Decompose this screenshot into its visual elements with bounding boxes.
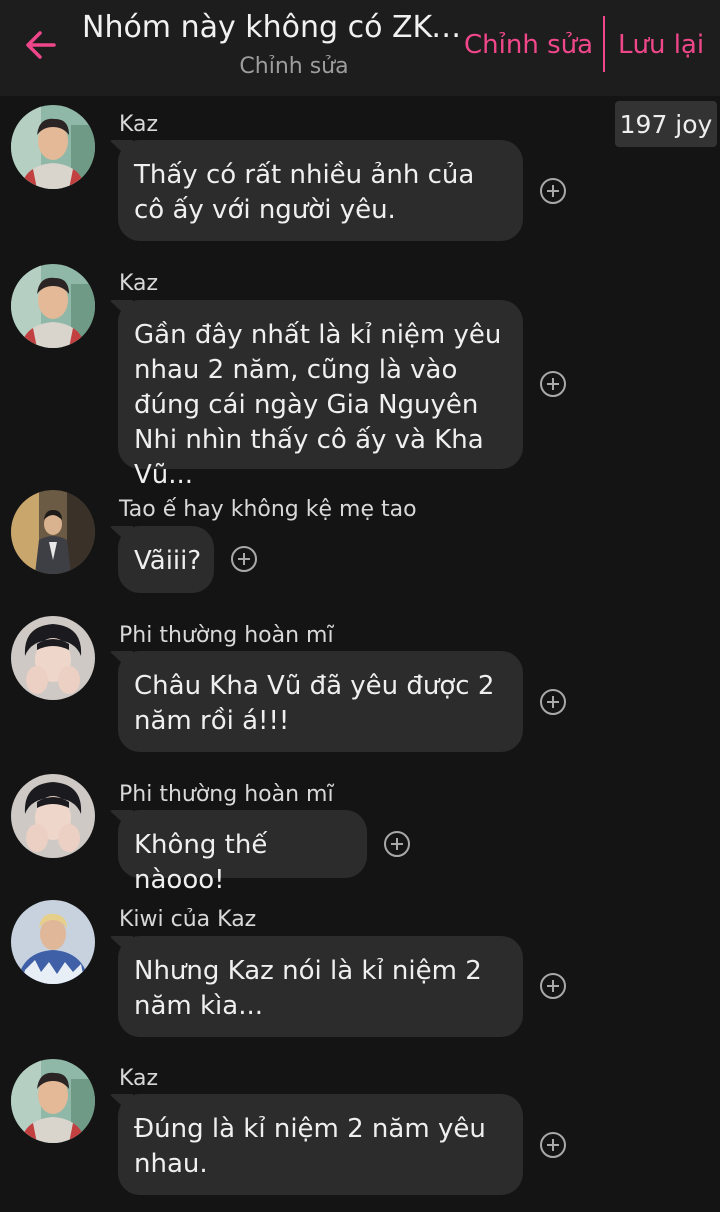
phi-avatar-icon	[11, 774, 95, 858]
chat-subtitle[interactable]: Chỉnh sửa	[82, 54, 506, 79]
avatar[interactable]	[11, 1059, 95, 1143]
avatar[interactable]	[11, 900, 95, 984]
sender-name: Kaz	[119, 112, 159, 137]
save-button[interactable]: Lưu lại	[618, 30, 704, 60]
kaz-avatar-icon	[11, 105, 95, 189]
message-bubble[interactable]: Nhưng Kaz nói là kỉ niệm 2 năm kìa...	[118, 936, 523, 1037]
message-bubble[interactable]: Thấy có rất nhiều ảnh của cô ấy với ngườ…	[118, 140, 523, 241]
kaz-avatar-icon	[11, 1059, 95, 1143]
add-reaction-icon[interactable]	[540, 1132, 566, 1158]
chat-screen: Nhóm này không có ZKY... Chỉnh sửa Chỉnh…	[0, 0, 720, 1212]
kiwi-avatar-icon	[11, 900, 95, 984]
message-bubble[interactable]: Châu Kha Vũ đã yêu được 2 năm rồi á!!!	[118, 651, 523, 752]
avatar[interactable]	[11, 616, 95, 700]
message-bubble[interactable]: Không thế nàooo!	[118, 810, 367, 895]
back-button[interactable]	[18, 22, 64, 68]
joy-badge: 197 joy	[615, 101, 717, 147]
kaz-avatar-icon	[11, 264, 95, 348]
add-reaction-icon[interactable]	[231, 546, 257, 572]
sender-name: Kiwi của Kaz	[119, 907, 257, 932]
add-reaction-icon[interactable]	[540, 689, 566, 715]
sender-name: Kaz	[119, 1066, 159, 1091]
header-divider	[603, 16, 605, 72]
avatar[interactable]	[11, 774, 95, 858]
message-bubble[interactable]: Gần đây nhất là kỉ niệm yêu nhau 2 năm, …	[118, 300, 523, 490]
add-reaction-icon[interactable]	[540, 178, 566, 204]
add-reaction-icon[interactable]	[540, 973, 566, 999]
add-reaction-icon[interactable]	[540, 371, 566, 397]
edit-button[interactable]: Chỉnh sửa	[464, 30, 593, 60]
phi-avatar-icon	[11, 616, 95, 700]
avatar[interactable]	[11, 105, 95, 189]
header-bar: Nhóm này không có ZKY... Chỉnh sửa Chỉnh…	[0, 0, 720, 96]
chat-title: Nhóm này không có ZKY...	[82, 10, 462, 45]
message-bubble[interactable]: Vãiii?	[118, 526, 214, 593]
avatar[interactable]	[11, 264, 95, 348]
sender-name: Phi thường hoàn mĩ	[119, 782, 334, 807]
arrow-left-icon	[26, 31, 56, 59]
sender-name: Phi thường hoàn mĩ	[119, 623, 334, 648]
sender-name: Kaz	[119, 271, 159, 296]
add-reaction-icon[interactable]	[384, 831, 410, 857]
message-bubble[interactable]: Đúng là kỉ niệm 2 năm yêu nhau.	[118, 1094, 523, 1195]
suit-man-avatar-icon	[11, 490, 95, 574]
avatar[interactable]	[11, 490, 95, 574]
sender-name: Tao ế hay không kệ mẹ tao	[119, 497, 417, 522]
